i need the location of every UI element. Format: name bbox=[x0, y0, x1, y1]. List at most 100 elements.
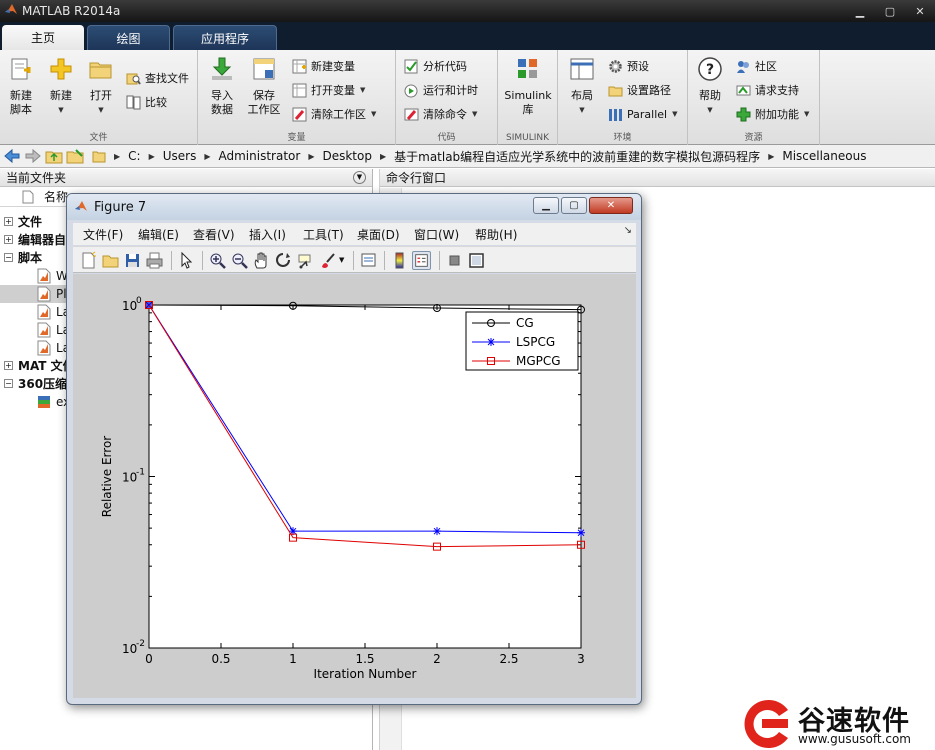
close-icon[interactable]: ✕ bbox=[905, 0, 935, 22]
maximize-icon[interactable]: ▢ bbox=[875, 0, 905, 22]
figure-maximize-icon[interactable]: ▢ bbox=[561, 197, 587, 214]
menu-insert[interactable]: 插入(I) bbox=[249, 226, 286, 243]
show-tools-icon[interactable] bbox=[467, 251, 486, 270]
x-tick-label: 2.5 bbox=[499, 652, 518, 666]
new-variable-button[interactable]: 新建变量 bbox=[292, 56, 355, 76]
figure-minimize-icon[interactable]: ▁ bbox=[533, 197, 559, 214]
preferences-button[interactable]: 预设 bbox=[608, 56, 649, 76]
menu-window[interactable]: 窗口(W) bbox=[414, 226, 459, 243]
script-file-icon bbox=[37, 268, 51, 284]
tree-file-label: Pl bbox=[56, 287, 67, 301]
new-button[interactable]: 新建 ▼ bbox=[41, 56, 81, 117]
clear-workspace-button[interactable]: 清除工作区 ▼ bbox=[292, 104, 376, 124]
rotate-3d-icon[interactable] bbox=[274, 251, 293, 270]
data-cursor-icon[interactable] bbox=[296, 251, 315, 270]
expand-icon[interactable]: + bbox=[4, 361, 13, 370]
tab-home[interactable]: 主页 bbox=[2, 25, 84, 50]
legend-toggle-icon[interactable] bbox=[412, 251, 431, 270]
watermark: 谷速软件 www.gususoft.com bbox=[736, 696, 935, 750]
open-file-icon[interactable] bbox=[101, 251, 120, 270]
print-icon[interactable] bbox=[145, 251, 164, 270]
compare-button[interactable]: 比较 bbox=[126, 92, 167, 112]
figure-title-bar[interactable]: Figure 7 ▁ ▢ ✕ bbox=[67, 194, 641, 220]
analyze-code-button[interactable]: 分析代码 bbox=[404, 56, 467, 76]
set-path-button[interactable]: 设置路径 bbox=[608, 80, 671, 100]
request-support-button[interactable]: 请求支持 bbox=[736, 80, 799, 100]
y-axis-label: Relative Error bbox=[100, 436, 114, 518]
section-label-environment: 环境 bbox=[613, 133, 632, 143]
figure-close-icon[interactable]: ✕ bbox=[589, 197, 633, 214]
tab-apps[interactable]: 应用程序 bbox=[173, 25, 277, 50]
parallel-button[interactable]: Parallel ▼ bbox=[608, 104, 677, 124]
new-figure-icon[interactable] bbox=[79, 251, 98, 270]
help-button[interactable]: ? 帮助 ▼ bbox=[690, 56, 730, 117]
chevron-down-icon: ▼ bbox=[579, 106, 585, 114]
breadcrumb-item[interactable]: 基于matlab编程自适应光学系统中的波前重建的数字模拟包源码程序 bbox=[394, 148, 760, 165]
addons-button[interactable]: 附加功能 ▼ bbox=[736, 104, 809, 124]
back-arrow-icon[interactable] bbox=[3, 148, 21, 164]
dock-arrow-icon[interactable]: ↘ bbox=[624, 225, 632, 236]
menu-help[interactable]: 帮助(H) bbox=[475, 226, 517, 243]
breadcrumb-item[interactable]: Miscellaneous bbox=[782, 149, 866, 163]
new-script-icon bbox=[11, 58, 31, 80]
section-code: 分析代码 运行和计时 清除命令 ▼ 代码 bbox=[396, 50, 498, 145]
breadcrumb-item[interactable]: Administrator bbox=[219, 149, 301, 163]
y-tick-label-exponent: -2 bbox=[136, 639, 145, 649]
menu-view[interactable]: 查看(V) bbox=[193, 226, 235, 243]
relative-error-chart[interactable]: 0 0.5 1 1.5 2 2.5 310-210-1100Iteration Number… bbox=[73, 274, 636, 698]
new-script-button[interactable]: 新建 脚本 bbox=[1, 56, 41, 117]
simulink-library-icon bbox=[518, 59, 537, 78]
clear-commands-button[interactable]: 清除命令 ▼ bbox=[404, 104, 477, 124]
minimize-icon[interactable]: ▁ bbox=[845, 0, 875, 22]
find-files-button[interactable]: 查找文件 bbox=[126, 68, 189, 88]
expand-icon[interactable]: + bbox=[4, 217, 13, 226]
set-path-icon bbox=[608, 86, 623, 96]
up-folder-icon[interactable] bbox=[45, 148, 63, 164]
zoom-out-icon[interactable] bbox=[230, 251, 249, 270]
zoom-in-icon[interactable] bbox=[208, 251, 227, 270]
save-figure-icon[interactable] bbox=[123, 251, 142, 270]
expand-icon[interactable]: + bbox=[4, 235, 13, 244]
brush-icon[interactable] bbox=[318, 251, 337, 270]
forward-arrow-icon[interactable] bbox=[24, 148, 42, 164]
tab-plots[interactable]: 绘图 bbox=[87, 25, 170, 50]
colorbar-icon[interactable] bbox=[390, 251, 409, 270]
panel-title: 命令行窗口 bbox=[380, 169, 935, 187]
browse-folder-icon[interactable] bbox=[66, 148, 84, 164]
chevron-down-icon: ▼ bbox=[804, 110, 810, 118]
menu-desktop[interactable]: 桌面(D) bbox=[357, 226, 400, 243]
open-button[interactable]: 打开 ▼ bbox=[81, 56, 121, 117]
data-point-lspcg bbox=[433, 527, 441, 536]
window-controls: ▁ ▢ ✕ bbox=[845, 0, 935, 22]
community-button[interactable]: 社区 bbox=[736, 56, 777, 76]
open-variable-button[interactable]: 打开变量 ▼ bbox=[292, 80, 365, 100]
figure-window[interactable]: Figure 7 ▁ ▢ ✕ 文件(F) 编辑(E) 查看(V) 插入(I) 工… bbox=[66, 193, 642, 705]
simulink-library-button[interactable]: Simulink 库 bbox=[504, 56, 552, 117]
save-workspace-button[interactable]: 保存 工作区 bbox=[244, 56, 284, 117]
hide-tools-icon[interactable] bbox=[445, 251, 464, 270]
collapse-icon[interactable]: − bbox=[4, 253, 13, 262]
breadcrumb-item[interactable]: C: bbox=[128, 149, 140, 163]
x-tick-label: 2 bbox=[433, 652, 441, 666]
menu-file[interactable]: 文件(F) bbox=[83, 226, 123, 243]
chevron-down-icon: ▼ bbox=[58, 106, 64, 114]
layout-button[interactable]: 布局 ▼ bbox=[562, 56, 602, 117]
collapse-icon[interactable]: − bbox=[4, 379, 13, 388]
panel-header: 当前文件夹 ▼ bbox=[0, 169, 372, 187]
pointer-arrow-icon[interactable] bbox=[177, 251, 196, 270]
pan-hand-icon[interactable] bbox=[252, 251, 271, 270]
menu-tools[interactable]: 工具(T) bbox=[303, 226, 344, 243]
link-plot-icon[interactable] bbox=[359, 251, 378, 270]
menu-edit[interactable]: 编辑(E) bbox=[138, 226, 179, 243]
import-data-button[interactable]: 导入 数据 bbox=[202, 56, 242, 117]
section-variable: 导入 数据 保存 工作区 新建变量 打开变量 ▼ 清除工作区 ▼ 变量 bbox=[198, 50, 396, 145]
section-label-resources: 资源 bbox=[744, 133, 763, 143]
figure-menu-bar: 文件(F) 编辑(E) 查看(V) 插入(I) 工具(T) 桌面(D) 窗口(W… bbox=[73, 223, 636, 245]
breadcrumb-separator-icon: ▶ bbox=[379, 151, 387, 161]
brush-dropdown-icon[interactable]: ▼ bbox=[339, 256, 344, 264]
run-and-time-button[interactable]: 运行和计时 bbox=[404, 80, 478, 100]
legend-marker bbox=[487, 338, 495, 346]
breadcrumb-item[interactable]: Users bbox=[163, 149, 197, 163]
panel-menu-icon[interactable]: ▼ bbox=[353, 171, 366, 184]
breadcrumb-item[interactable]: Desktop bbox=[322, 149, 372, 163]
